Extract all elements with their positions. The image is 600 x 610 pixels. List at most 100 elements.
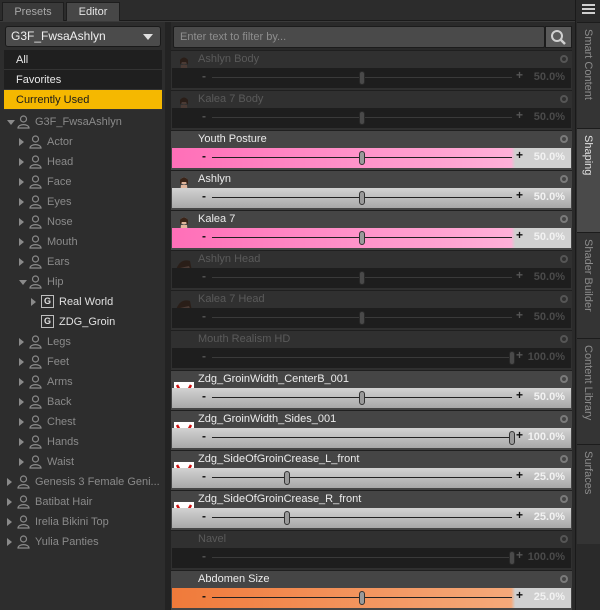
decrement-button[interactable]: - [202,69,206,83]
decrement-button[interactable]: - [202,269,206,283]
tree-node[interactable]: Eyes [0,192,163,212]
slider-value[interactable]: 100.0% [528,551,565,563]
expand-right-icon[interactable] [19,398,24,406]
slider-track[interactable]: - +50.0% [172,188,571,208]
expand-right-icon[interactable] [7,538,12,546]
tree-node[interactable]: Actor [0,132,163,152]
slider-value[interactable]: 50.0% [534,231,565,243]
slider-value[interactable]: 25.0% [534,511,565,523]
slider-value[interactable]: 25.0% [534,591,565,603]
decrement-button[interactable]: - [202,109,206,123]
slider-handle[interactable] [509,351,515,365]
expand-right-icon[interactable] [19,138,24,146]
slider-track[interactable]: - +100.0% [172,348,571,368]
slider-track[interactable]: - +50.0% [172,68,571,88]
decrement-button[interactable]: - [202,429,206,443]
increment-button[interactable]: + [516,428,523,442]
increment-button[interactable]: + [516,468,523,482]
tree-node[interactable]: Mouth [0,232,163,252]
expand-right-icon[interactable] [19,258,24,266]
decrement-button[interactable]: - [202,229,206,243]
expand-right-icon[interactable] [19,198,24,206]
slider-value[interactable]: 100.0% [528,431,565,443]
expand-right-icon[interactable] [7,478,12,486]
slider-value[interactable]: 25.0% [534,471,565,483]
increment-button[interactable]: + [516,588,523,602]
expand-right-icon[interactable] [19,158,24,166]
tree-node[interactable]: Nose [0,212,163,232]
increment-button[interactable]: + [516,108,523,122]
gear-icon[interactable] [560,575,568,583]
increment-button[interactable]: + [516,148,523,162]
tab-presets[interactable]: Presets [2,2,64,21]
expand-right-icon[interactable] [19,178,24,186]
tree-node[interactable]: Yulia Panties [0,532,163,552]
expand-right-icon[interactable] [19,238,24,246]
search-button[interactable] [545,26,572,48]
gear-icon[interactable] [560,95,568,103]
increment-button[interactable]: + [516,548,523,562]
slider-track[interactable]: - +50.0% [172,108,571,128]
increment-button[interactable]: + [516,228,523,242]
gear-icon[interactable] [560,215,568,223]
expand-right-icon[interactable] [19,218,24,226]
decrement-button[interactable]: - [202,349,206,363]
side-tab-surfaces[interactable]: Surfaces [577,444,600,544]
decrement-button[interactable]: - [202,469,206,483]
expand-right-icon[interactable] [19,338,24,346]
increment-button[interactable]: + [516,308,523,322]
slider-track[interactable]: - +25.0% [172,588,571,608]
figure-select[interactable]: G3F_FwsaAshlyn [5,26,161,47]
slider-track[interactable]: - +50.0% [172,308,571,328]
slider-value[interactable]: 100.0% [528,351,565,363]
slider-value[interactable]: 50.0% [534,311,565,323]
menu-icon[interactable] [582,4,595,14]
slider-track[interactable]: - +25.0% [172,508,571,528]
increment-button[interactable]: + [516,268,523,282]
decrement-button[interactable]: - [202,389,206,403]
gear-icon[interactable] [560,135,568,143]
side-tab-shader-builder[interactable]: Shader Builder [577,232,600,338]
tree-node[interactable]: Face [0,172,163,192]
slider-track[interactable]: - +50.0% [172,268,571,288]
tree-node[interactable]: G Real World [0,292,163,312]
slider-handle[interactable] [359,591,365,605]
decrement-button[interactable]: - [202,549,206,563]
expand-right-icon[interactable] [7,498,12,506]
gear-icon[interactable] [560,55,568,63]
expand-right-icon[interactable] [31,298,36,306]
tree-node[interactable]: Genesis 3 Female Geni... [0,472,163,492]
gear-icon[interactable] [560,415,568,423]
gear-icon[interactable] [560,535,568,543]
tree-node[interactable]: Feet [0,352,163,372]
slider-value[interactable]: 50.0% [534,271,565,283]
tree-node[interactable]: Irelia Bikini Top [0,512,163,532]
gear-icon[interactable] [560,455,568,463]
increment-button[interactable]: + [516,348,523,362]
tree-node[interactable]: Back [0,392,163,412]
tree-node[interactable]: G3F_FwsaAshlyn [0,112,163,132]
side-tab-smart-content[interactable]: Smart Content [577,22,600,128]
expand-down-icon[interactable] [7,120,15,125]
slider-value[interactable]: 50.0% [534,191,565,203]
tree-node[interactable]: G ZDG_Groin [0,312,163,332]
side-tab-shaping[interactable]: Shaping [577,128,600,232]
tree-node[interactable]: Legs [0,332,163,352]
slider-handle[interactable] [509,431,515,445]
tree-node[interactable]: Arms [0,372,163,392]
decrement-button[interactable]: - [202,149,206,163]
gear-icon[interactable] [560,375,568,383]
expand-right-icon[interactable] [19,378,24,386]
decrement-button[interactable]: - [202,589,206,603]
slider-value[interactable]: 50.0% [534,391,565,403]
slider-track[interactable]: - +50.0% [172,148,571,168]
slider-handle[interactable] [509,551,515,565]
tree-node[interactable]: Chest [0,412,163,432]
tab-editor[interactable]: Editor [66,2,120,21]
expand-right-icon[interactable] [19,438,24,446]
expand-right-icon[interactable] [19,418,24,426]
slider-handle[interactable] [359,191,365,205]
slider-handle[interactable] [359,391,365,405]
slider-handle[interactable] [359,71,365,85]
increment-button[interactable]: + [516,508,523,522]
